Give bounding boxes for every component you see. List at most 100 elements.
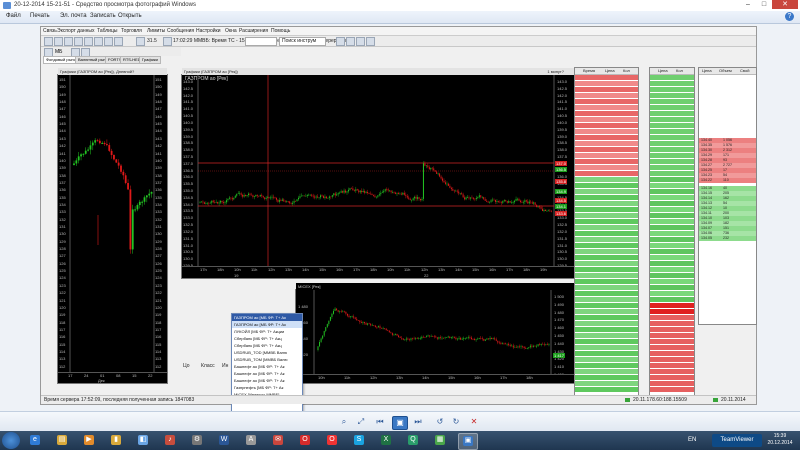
orders-table-row[interactable]: [650, 303, 694, 308]
trades-table-row[interactable]: [575, 285, 638, 290]
trades-table-row[interactable]: [575, 357, 638, 362]
trades-table-row[interactable]: [575, 273, 638, 278]
orders-table-row[interactable]: [650, 357, 694, 362]
help-icon[interactable]: ?: [785, 12, 794, 21]
trades-table[interactable]: Время Цена Кол: [574, 67, 639, 397]
trades-table-row[interactable]: [575, 321, 638, 326]
minimize-button[interactable]: –: [740, 0, 756, 9]
trades-table-row[interactable]: [575, 153, 638, 158]
orders-table-row[interactable]: [650, 111, 694, 116]
trades-table-row[interactable]: [575, 99, 638, 104]
trades-table-row[interactable]: [575, 147, 638, 152]
trades-table-row[interactable]: [575, 297, 638, 302]
orders-table-row[interactable]: [650, 153, 694, 158]
trades-table-row[interactable]: [575, 207, 638, 212]
app-menu-item[interactable]: Сообщения: [167, 28, 194, 34]
trades-table-row[interactable]: [575, 267, 638, 272]
trades-table-row[interactable]: [575, 303, 638, 308]
trades-table-row[interactable]: [575, 189, 638, 194]
excel-icon[interactable]: X: [377, 433, 395, 448]
trades-table-row[interactable]: [575, 345, 638, 350]
toolbar-news-icon[interactable]: [366, 37, 375, 46]
orders-table-row[interactable]: [650, 225, 694, 230]
search-icon[interactable]: ⌕: [338, 416, 350, 428]
slideshow-icon[interactable]: ▣: [392, 416, 408, 430]
trades-table-row[interactable]: [575, 81, 638, 86]
media-icon[interactable]: ▶: [80, 433, 98, 448]
orders-table-row[interactable]: [650, 195, 694, 200]
close-button[interactable]: ✕: [772, 0, 798, 9]
settings-icon[interactable]: ⚙: [188, 433, 206, 448]
orders-table-row[interactable]: [650, 129, 694, 134]
menu-file[interactable]: Файл: [6, 13, 21, 19]
app-menu-item[interactable]: Таблицы: [97, 28, 117, 34]
trades-table-row[interactable]: [575, 171, 638, 176]
toolbar-chart-icon[interactable]: [64, 37, 73, 46]
quik-icon[interactable]: Q: [404, 433, 422, 448]
app-menu-item[interactable]: Окна: [225, 28, 237, 34]
opera-icon[interactable]: O: [296, 433, 314, 448]
orders-table-row[interactable]: [650, 105, 694, 110]
orders-table-row[interactable]: [650, 231, 694, 236]
folder-icon[interactable]: ▮: [107, 433, 125, 448]
app-menu-item[interactable]: Экспорт данных: [57, 28, 95, 34]
trades-table-row[interactable]: [575, 369, 638, 374]
photo-icon[interactable]: ◧: [134, 433, 152, 448]
trades-table-row[interactable]: [575, 339, 638, 344]
orders-table-row[interactable]: [650, 273, 694, 278]
grid-icon[interactable]: ▦: [431, 433, 449, 448]
orders-table-row[interactable]: [650, 213, 694, 218]
instrument-item[interactable]: Башнефт ао [МБ ФР: Т+ Ак: [232, 370, 302, 377]
orders-table-row[interactable]: [650, 117, 694, 122]
orders-table-row[interactable]: [650, 285, 694, 290]
app-menu-item[interactable]: Торговля: [121, 28, 142, 34]
orders-table-row[interactable]: [650, 297, 694, 302]
orders-table-row[interactable]: [650, 267, 694, 272]
actual-size-icon[interactable]: ⤢: [355, 416, 367, 428]
trades-table-row[interactable]: [575, 105, 638, 110]
trades-table-row[interactable]: [575, 381, 638, 386]
orders-table-row[interactable]: [650, 189, 694, 194]
instrument-item[interactable]: ЛУКОЙЛ [МБ ФР: Т+ Акции: [232, 328, 302, 335]
depth-of-market[interactable]: Цена Объем Свой 134.40 1 056 134.35 1 576 13…: [698, 67, 757, 325]
orders-table-row[interactable]: [650, 219, 694, 224]
orders-table-row[interactable]: [650, 207, 694, 212]
maximize-button[interactable]: □: [756, 0, 772, 9]
orders-table-row[interactable]: [650, 93, 694, 98]
app-menu-item[interactable]: Лимиты: [147, 28, 165, 34]
trades-table-row[interactable]: [575, 327, 638, 332]
menu-burn[interactable]: Записать: [90, 13, 116, 19]
orders-table-row[interactable]: [650, 159, 694, 164]
orders-table-row[interactable]: [650, 279, 694, 284]
app-a-icon[interactable]: A: [242, 433, 260, 448]
toolbar-print-icon[interactable]: [104, 37, 113, 46]
trades-table-row[interactable]: [575, 309, 638, 314]
trades-table-row[interactable]: [575, 117, 638, 122]
trades-table-row[interactable]: [575, 243, 638, 248]
start-button[interactable]: [2, 432, 20, 449]
micex-chart-window[interactable]: MICEX [Рек] 1 500 1 490 1 480 1 470 1 460 1 4…: [295, 283, 575, 384]
orders-table-row[interactable]: [650, 387, 694, 392]
toolbar-deals-icon[interactable]: [94, 37, 103, 46]
daily-chart-window[interactable]: Графики (ГАЗПРОМ ао [Рек]), Дневной? 151…: [57, 68, 168, 384]
toolbar-help-icon[interactable]: [114, 37, 123, 46]
toolbar-connect-icon[interactable]: [44, 37, 53, 46]
app-menu-item[interactable]: Помощь: [271, 28, 290, 34]
orders-table-row[interactable]: [650, 351, 694, 356]
trades-table-row[interactable]: [575, 351, 638, 356]
orders-table-row[interactable]: [650, 177, 694, 182]
music-icon[interactable]: ♪: [161, 433, 179, 448]
instrument-item[interactable]: Сбербанк [МБ ФР: Т+ Акц: [232, 342, 302, 349]
toolbar-time-icon[interactable]: [136, 37, 145, 46]
instrument-item[interactable]: Сбербанк [МБ ФР: Т+ Акц: [232, 335, 302, 342]
trades-table-row[interactable]: [575, 93, 638, 98]
clock[interactable]: 15:39 20.12.2014: [763, 433, 797, 447]
trades-table-row[interactable]: [575, 141, 638, 146]
orders-table-row[interactable]: [650, 381, 694, 386]
instrument-item[interactable]: Башнефт ао [МБ ФР: Т+ Ак: [232, 363, 302, 370]
orders-table-row[interactable]: [650, 375, 694, 380]
trades-table-row[interactable]: [575, 75, 638, 80]
orders-table-row[interactable]: [650, 183, 694, 188]
dom-bid-row[interactable]: 134.05 232: [699, 236, 756, 241]
orders-table-row[interactable]: [650, 261, 694, 266]
